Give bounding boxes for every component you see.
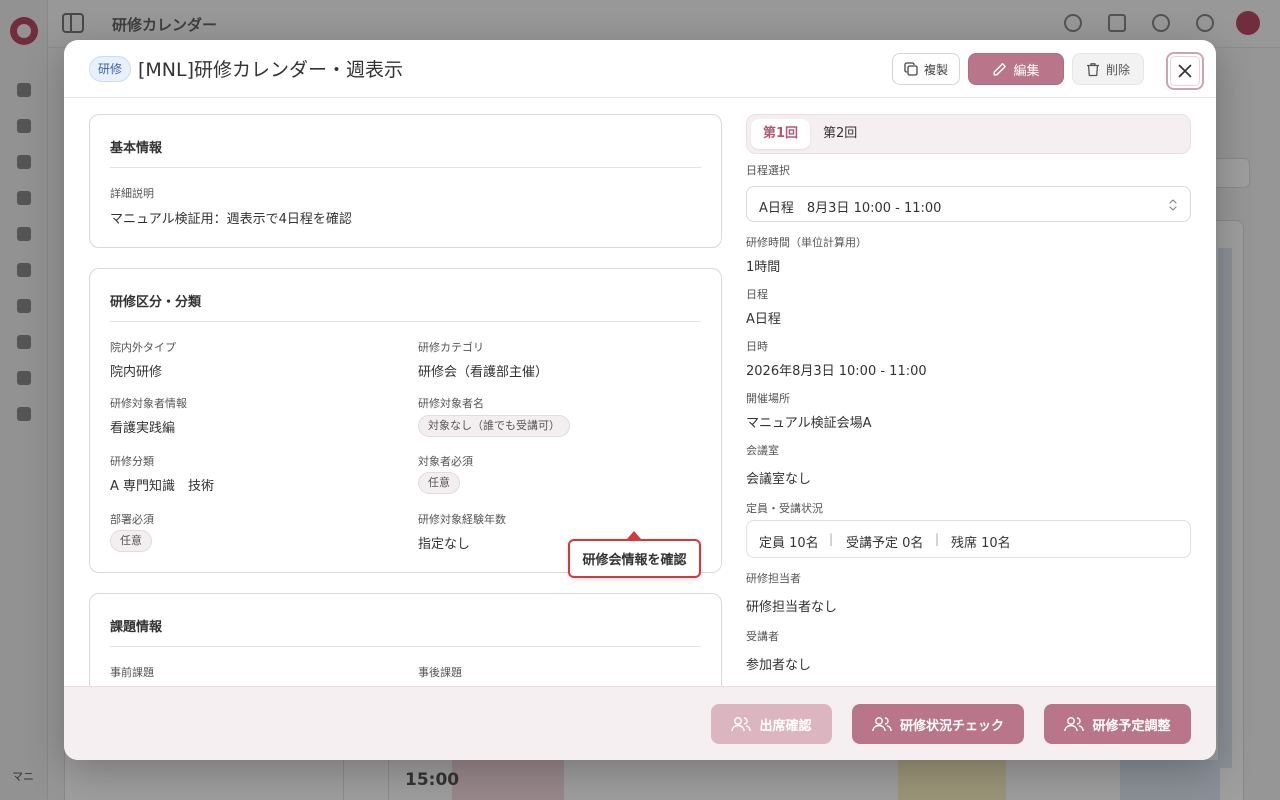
divider [110,321,701,322]
edit-button[interactable]: 編集 [968,53,1064,85]
category-label: 研修カテゴリ [418,341,484,354]
staff-value: 研修担当者なし [746,600,838,615]
capacity-remaining: 残席 10名 [951,536,1011,551]
session-tabs: 第1回 第2回 [746,114,1191,154]
training-detail-modal: 研修 [MNL]研修カレンダー・週表示 複製 編集 削除 基本情報 詳細説明 マ… [64,40,1216,760]
room-label: 会議室 [746,444,779,457]
attendees-label: 受講者 [746,630,779,643]
attendance-label: 出席確認 [759,718,812,734]
trash-icon [1086,62,1100,77]
division-label: 研修分類 [110,455,154,468]
venue-label: 開催場所 [746,392,790,405]
modal-title: [MNL]研修カレンダー・週表示 [138,59,404,81]
attendees-value: 参加者なし [746,658,812,673]
tab-session-1[interactable]: 第1回 [751,119,811,149]
capacity-status: 定員 10名 | 受講予定 0名 | 残席 10名 [746,520,1191,558]
target-info-value: 看護実践編 [110,421,176,436]
inout-type-label: 院内外タイプ [110,341,176,354]
schedule-adjust-label: 研修予定調整 [1092,718,1171,734]
users-icon [731,716,752,732]
target-info-label: 研修対象者情報 [110,397,187,410]
dept-required-badge: 任意 [110,530,152,552]
divider [110,167,701,168]
tab-session-2[interactable]: 第2回 [811,119,869,149]
divider [110,646,701,647]
separator: | [829,532,834,546]
capacity-total: 定員 10名 [759,536,819,551]
edit-label: 編集 [1013,63,1040,79]
attendance-button[interactable]: 出席確認 [711,704,832,744]
schedule-select-label: 日程選択 [746,164,790,177]
staff-label: 研修担当者 [746,572,801,585]
category-tag: 研修 [89,56,132,82]
status-check-button[interactable]: 研修状況チェック [852,704,1024,744]
chevron-up-down-icon [1168,197,1178,213]
room-value: 会議室なし [746,472,812,487]
inout-type-value: 院内研修 [110,365,163,380]
delete-button[interactable]: 削除 [1072,53,1144,85]
experience-years-label: 研修対象経験年数 [418,513,506,526]
target-name-label: 研修対象者名 [418,397,484,410]
pre-task-label: 事前課題 [110,666,154,679]
users-icon [1064,716,1085,732]
schedule-select[interactable]: A日程 8月3日 10:00 - 11:00 [746,186,1191,222]
modal-body[interactable]: 基本情報 詳細説明 マニュアル検証用：週表示で4日程を確認 研修区分・分類 院内… [64,98,1216,686]
description-label: 詳細説明 [110,187,154,200]
close-button[interactable] [1166,52,1204,90]
copy-label: 複製 [923,62,948,77]
delete-label: 削除 [1105,62,1130,77]
experience-years-value: 指定なし [418,537,471,552]
status-check-label: 研修状況チェック [899,718,1004,734]
close-icon [1178,64,1192,78]
schedule-value: A日程 [746,312,781,327]
basic-info-card: 基本情報 詳細説明 マニュアル検証用：週表示で4日程を確認 [89,114,722,248]
card-title: 基本情報 [110,141,163,156]
classification-card: 研修区分・分類 院内外タイプ 院内研修 研修カテゴリ 研修会（看護部主催） 研修… [89,268,722,573]
division-value: A 専門知識 技術 [110,479,215,494]
dept-required-label: 部署必須 [110,513,154,526]
capacity-planned: 受講予定 0名 [846,536,924,551]
callout-arrow [627,531,641,539]
tasks-card: 課題情報 事前課題 事後課題 [89,593,722,686]
modal-footer: 出席確認 研修状況チェック 研修予定調整 [64,686,1216,760]
target-name-badge: 対象なし（誰でも受講可） [418,415,570,437]
card-title: 研修区分・分類 [110,295,202,310]
description-value: マニュアル検証用：週表示で4日程を確認 [110,212,352,227]
category-value: 研修会（看護部主催） [418,365,549,380]
modal-header: 研修 [MNL]研修カレンダー・週表示 複製 編集 削除 [64,40,1216,98]
venue-value: マニュアル検証会場A [746,416,872,431]
post-task-label: 事後課題 [418,666,462,679]
schedule-adjust-button[interactable]: 研修予定調整 [1044,704,1191,744]
copy-button[interactable]: 複製 [892,53,960,85]
schedule-select-value: A日程 8月3日 10:00 - 11:00 [759,201,942,216]
target-required-badge: 任意 [418,472,460,494]
datetime-label: 日時 [746,340,768,353]
card-title: 課題情報 [110,620,163,635]
datetime-value: 2026年8月3日 10:00 - 11:00 [746,364,927,379]
target-required-label: 対象者必須 [418,455,473,468]
guide-callout: 研修会情報を確認 [568,539,701,578]
pencil-icon [992,62,1007,77]
capacity-label: 定員・受講状況 [746,502,823,515]
separator: | [935,532,940,546]
schedule-label: 日程 [746,288,768,301]
hours-value: 1時間 [746,260,781,275]
users-icon [872,716,892,732]
copy-icon [904,62,918,76]
hours-label: 研修時間（単位計算用） [746,236,867,249]
